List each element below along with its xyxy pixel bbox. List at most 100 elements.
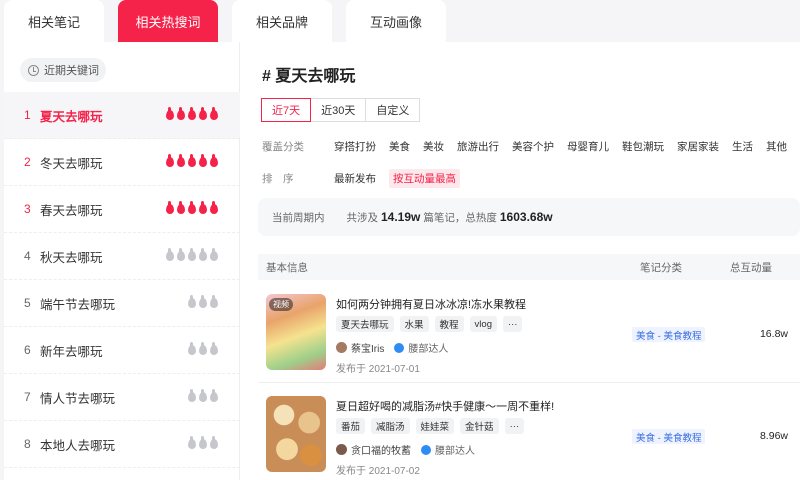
category-option[interactable]: 美食: [389, 139, 410, 154]
flame-icon: [188, 107, 196, 120]
tab-related-brands[interactable]: 相关品牌: [232, 0, 332, 42]
flame-icon: [210, 342, 218, 355]
category-option[interactable]: 鞋包潮玩: [622, 139, 664, 154]
flame-icon: [210, 154, 218, 167]
recent-keywords-button[interactable]: 近期关键词: [20, 58, 106, 82]
note-tag[interactable]: 娃娃菜: [415, 418, 455, 434]
keyword-rank: 2: [24, 155, 31, 169]
keyword-text: 秋天去哪玩: [40, 250, 103, 265]
flame-icon: [188, 248, 196, 261]
table-row[interactable]: 夏日超好喝的减脂汤#快手健康～一周不重样! 番茄 减脂汤 娃娃菜 金针菇 ···…: [258, 386, 800, 480]
author-name[interactable]: 贪口福的牧蓄: [351, 442, 411, 457]
keyword-item[interactable]: 7 情人节去哪玩: [4, 374, 240, 421]
keyword-rank: 1: [24, 108, 31, 122]
tab-related-notes[interactable]: 相关笔记: [4, 0, 104, 42]
summary-period: 当前周期内: [272, 211, 325, 224]
keyword-item[interactable]: 6 新年去哪玩: [4, 327, 240, 374]
flame-icon: [188, 436, 196, 449]
keyword-item[interactable]: 5 端午节去哪玩: [4, 280, 240, 327]
keyword-rank: 7: [24, 390, 31, 404]
summary-notes-count: 14.19w: [381, 210, 421, 224]
keyword-rank: 5: [24, 296, 31, 310]
note-tags: 夏天去哪玩 水果 教程 vlog ···: [336, 316, 523, 332]
period-7d[interactable]: 近7天: [261, 98, 312, 122]
flame-icon: [166, 154, 174, 167]
sort-by-interaction[interactable]: 按互动量最高: [389, 169, 460, 188]
note-tag[interactable]: 教程: [434, 316, 464, 332]
flame-icon: [166, 201, 174, 214]
note-tag[interactable]: 金针菇: [460, 418, 499, 434]
content-card: 近期关键词 1 夏天去哪玩 2 冬天去哪玩 3 春天去哪玩 4 秋天去哪玩 5 端午节去哪玩 6 新年…: [4, 42, 800, 480]
heat-rating: [166, 154, 218, 167]
publish-date: 发布于 2021-07-01: [336, 364, 420, 375]
tab-related-hot-words[interactable]: 相关热搜词: [118, 0, 218, 42]
flame-icon: [188, 389, 196, 402]
publish-date: 发布于 2021-07-02: [336, 466, 420, 477]
category-option[interactable]: 美容个护: [512, 139, 554, 154]
note-tag[interactable]: vlog: [469, 316, 497, 332]
table-header: 基本信息 笔记分类 总互动量: [258, 254, 800, 280]
table-row[interactable]: 视频 如何两分钟拥有夏日冰冰凉!冻水果教程 夏天去哪玩 水果 教程 vlog ·…: [258, 284, 800, 380]
keyword-list: 1 夏天去哪玩 2 冬天去哪玩 3 春天去哪玩 4 秋天去哪玩 5 端午节去哪玩 6 新年去哪玩 7 情人…: [4, 92, 240, 468]
heat-rating: [188, 436, 218, 449]
total-interaction: 16.8w: [759, 328, 788, 340]
period-custom[interactable]: 自定义: [365, 98, 421, 122]
col-note-category: 笔记分类: [640, 261, 682, 274]
row-divider: [258, 382, 800, 383]
keyword-item[interactable]: 2 冬天去哪玩: [4, 139, 240, 186]
flame-icon: [199, 342, 207, 355]
keyword-rank: 3: [24, 202, 31, 216]
category-option[interactable]: 旅游出行: [457, 139, 499, 154]
sort-latest[interactable]: 最新发布: [334, 171, 376, 186]
more-tags[interactable]: ···: [502, 316, 523, 332]
keyword-item[interactable]: 8 本地人去哪玩: [4, 421, 240, 468]
note-tag[interactable]: 水果: [399, 316, 429, 332]
tab-bar: 相关笔记 相关热搜词 相关品牌 互动画像: [0, 0, 800, 42]
category-option[interactable]: 其他: [766, 139, 787, 154]
category-option[interactable]: 生活: [732, 139, 753, 154]
note-thumbnail[interactable]: [266, 396, 326, 472]
more-tags[interactable]: ···: [504, 418, 525, 434]
flame-icon: [166, 248, 174, 261]
period-30d[interactable]: 近30天: [310, 98, 367, 122]
note-author: 蔡宝Iris 腰部达人: [336, 340, 448, 355]
flame-icon: [199, 248, 207, 261]
note-title[interactable]: 夏日超好喝的减脂汤#快手健康～一周不重样!: [336, 398, 554, 414]
page-title: # 夏天去哪玩: [262, 68, 356, 85]
keyword-item[interactable]: 3 春天去哪玩: [4, 186, 240, 233]
category-option[interactable]: 美妆: [423, 139, 444, 154]
keyword-item[interactable]: 4 秋天去哪玩: [4, 233, 240, 280]
flame-icon: [177, 107, 185, 120]
category-option[interactable]: 母婴育儿: [567, 139, 609, 154]
heat-rating: [188, 389, 218, 402]
note-tag[interactable]: 番茄: [336, 418, 366, 434]
note-category: 美食 - 美食教程: [632, 429, 706, 444]
note-title[interactable]: 如何两分钟拥有夏日冰冰凉!冻水果教程: [336, 296, 526, 312]
note-category: 美食 - 美食教程: [632, 327, 706, 342]
sort-filter-label: 排 序: [262, 173, 294, 185]
flame-icon: [210, 201, 218, 214]
avatar[interactable]: [336, 342, 347, 353]
flame-icon: [177, 248, 185, 261]
avatar[interactable]: [336, 444, 347, 455]
category-option[interactable]: 家居家装: [677, 139, 719, 154]
clock-icon: [28, 64, 39, 76]
flame-icon: [177, 201, 185, 214]
keyword-item[interactable]: 1 夏天去哪玩: [4, 92, 240, 139]
tab-interaction-profile[interactable]: 互动画像: [346, 0, 446, 42]
keyword-rank: 4: [24, 249, 31, 263]
note-tag[interactable]: 减脂汤: [371, 418, 410, 434]
keyword-rank: 8: [24, 437, 31, 451]
flame-icon: [210, 248, 218, 261]
note-tag[interactable]: 夏天去哪玩: [336, 316, 394, 332]
flame-icon: [199, 107, 207, 120]
note-thumbnail[interactable]: 视频: [266, 294, 326, 370]
sort-filter: 排 序 最新发布 按互动量最高: [262, 169, 473, 188]
author-name[interactable]: 蔡宝Iris: [351, 340, 384, 355]
keyword-text: 春天去哪玩: [40, 203, 103, 218]
heat-rating: [166, 248, 218, 261]
category-option[interactable]: 穿搭打扮: [334, 139, 376, 154]
heat-rating: [166, 201, 218, 214]
summary-prefix: 共涉及: [346, 211, 379, 224]
flame-icon: [188, 154, 196, 167]
